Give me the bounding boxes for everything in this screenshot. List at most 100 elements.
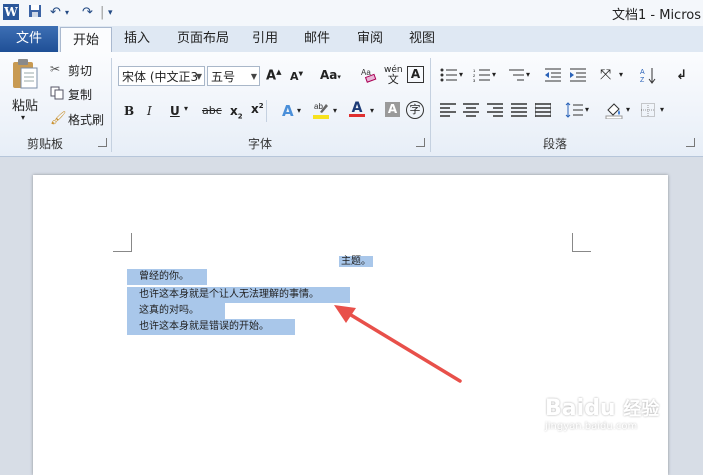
- redo-icon[interactable]: ↷: [82, 4, 93, 22]
- underline-dropdown-icon[interactable]: ▾: [184, 104, 188, 113]
- change-case-button[interactable]: Aa▾: [320, 68, 341, 82]
- copy-icon[interactable]: [50, 86, 64, 103]
- shading-icon[interactable]: [605, 101, 623, 122]
- line-text: 也许这本身就是错误的开始。: [139, 321, 269, 332]
- phonetic-guide-icon[interactable]: wén 文: [384, 66, 403, 86]
- font-launcher-icon[interactable]: [416, 138, 425, 147]
- underline-button[interactable]: U: [170, 104, 180, 118]
- enclose-characters-icon[interactable]: 字: [406, 101, 424, 119]
- align-center-icon[interactable]: [463, 103, 479, 120]
- text-line[interactable]: 这真的对吗。: [127, 303, 225, 319]
- highlight-icon[interactable]: ab: [312, 100, 330, 123]
- italic-button[interactable]: I: [147, 104, 152, 118]
- format-painter-icon[interactable]: 🖌: [50, 111, 67, 126]
- strikethrough-button[interactable]: abc: [202, 104, 222, 117]
- line-text: 这真的对吗。: [139, 305, 199, 316]
- paste-icon[interactable]: [10, 58, 40, 93]
- toolbar-divider: [266, 100, 267, 122]
- clipboard-launcher-icon[interactable]: [98, 138, 107, 147]
- numbering-dropdown-icon[interactable]: ▾: [492, 70, 496, 79]
- font-color-icon[interactable]: A: [349, 100, 365, 117]
- group-divider: [111, 58, 112, 152]
- tab-page-layout[interactable]: 页面布局: [177, 26, 229, 52]
- text-effects-icon[interactable]: A: [282, 102, 294, 120]
- borders-dropdown-icon[interactable]: ▾: [660, 105, 664, 114]
- subscript-button[interactable]: x2: [230, 104, 243, 120]
- superscript-button[interactable]: x2: [251, 102, 264, 116]
- chevron-down-icon: ▼: [195, 72, 202, 81]
- save-icon[interactable]: [28, 4, 42, 22]
- font-group-label: 字体: [248, 137, 273, 151]
- chinese-layout-dropdown-icon[interactable]: ▾: [619, 70, 623, 79]
- copy-button[interactable]: 复制: [68, 86, 92, 103]
- tab-insert[interactable]: 插入: [124, 26, 150, 52]
- window-title: 文档1 - Micros: [612, 8, 701, 23]
- tab-review[interactable]: 审阅: [357, 26, 383, 52]
- baidu-watermark: Baidu 经验 jingyan.baidu.com: [545, 395, 675, 455]
- align-left-icon[interactable]: [440, 103, 456, 120]
- tab-home[interactable]: 开始: [60, 27, 112, 54]
- borders-icon[interactable]: [641, 103, 655, 120]
- svg-text:A: A: [640, 69, 645, 76]
- shading-dropdown-icon[interactable]: ▾: [626, 105, 630, 114]
- align-right-icon[interactable]: [487, 103, 503, 120]
- font-color-dropdown-icon[interactable]: ▾: [370, 106, 374, 115]
- character-shading-icon[interactable]: A: [385, 102, 400, 117]
- svg-text:Z: Z: [640, 77, 645, 84]
- scissors-icon[interactable]: ✂: [50, 62, 60, 76]
- watermark-brand: Baidu: [545, 396, 616, 421]
- text-line[interactable]: 主题。: [339, 254, 373, 270]
- grow-font-icon[interactable]: A▲: [266, 68, 281, 83]
- margin-corner-top-left: [113, 233, 132, 252]
- tab-view[interactable]: 视图: [409, 26, 435, 52]
- line-spacing-dropdown-icon[interactable]: ▾: [585, 105, 589, 114]
- shrink-font-icon[interactable]: A▼: [290, 70, 303, 83]
- line-text: 也许这本身就是个让人无法理解的事情。: [139, 289, 319, 300]
- paste-dropdown-icon[interactable]: ▾: [21, 113, 25, 122]
- font-size-value: 五号: [211, 70, 236, 84]
- undo-dropdown-icon[interactable]: ▾: [65, 4, 69, 22]
- bullets-dropdown-icon[interactable]: ▾: [459, 70, 463, 79]
- sort-icon[interactable]: AZ: [640, 66, 658, 87]
- font-name-combo[interactable]: 宋体 (中文正3 ▼: [118, 66, 205, 86]
- multilevel-list-icon[interactable]: [507, 68, 525, 85]
- character-border-icon[interactable]: A: [407, 66, 424, 83]
- text-line[interactable]: 也许这本身就是错误的开始。: [127, 319, 295, 335]
- toolbar-divider: |: [100, 5, 105, 20]
- line-spacing-icon[interactable]: [565, 102, 583, 121]
- svg-text:3: 3: [473, 78, 476, 82]
- justify-icon[interactable]: [511, 103, 527, 120]
- undo-icon[interactable]: ↶: [50, 4, 61, 22]
- change-case-label: Aa: [320, 68, 338, 82]
- cut-button[interactable]: 剪切: [68, 62, 92, 79]
- decrease-indent-icon[interactable]: [545, 68, 561, 85]
- paragraph-launcher-icon[interactable]: [686, 138, 695, 147]
- title-bar: [0, 0, 703, 26]
- distributed-icon[interactable]: [534, 103, 552, 120]
- numbering-icon[interactable]: 123: [473, 68, 491, 85]
- tab-file[interactable]: 文件: [0, 26, 58, 52]
- watermark-url: jingyan.baidu.com: [545, 421, 638, 432]
- increase-indent-icon[interactable]: [570, 68, 586, 85]
- text-effects-dropdown-icon[interactable]: ▾: [297, 106, 301, 115]
- show-paragraph-marks-icon[interactable]: ↲: [676, 68, 687, 83]
- highlight-dropdown-icon[interactable]: ▾: [333, 106, 337, 115]
- text-line[interactable]: 曾经的你。: [127, 269, 207, 285]
- tab-mailings[interactable]: 邮件: [304, 26, 330, 52]
- font-size-combo[interactable]: 五号 ▼: [207, 66, 260, 86]
- bold-button[interactable]: B: [124, 104, 134, 118]
- format-painter-button[interactable]: 格式刷: [68, 111, 104, 128]
- font-name-value: 宋体 (中文正3: [122, 70, 199, 84]
- multilevel-list-dropdown-icon[interactable]: ▾: [526, 70, 530, 79]
- word-app-icon[interactable]: W: [3, 4, 19, 20]
- margin-corner-top-right: [572, 233, 591, 252]
- line-text: 曾经的你。: [139, 271, 189, 282]
- text-line[interactable]: 也许这本身就是个让人无法理解的事情。: [127, 287, 350, 303]
- clear-formatting-icon[interactable]: Aa: [360, 66, 378, 87]
- chinese-layout-icon[interactable]: ⤧: [600, 67, 611, 83]
- paste-button[interactable]: 粘贴: [12, 95, 38, 114]
- tab-references[interactable]: 引用: [252, 26, 278, 52]
- clipboard-group-label: 剪贴板: [27, 137, 64, 151]
- bullets-icon[interactable]: [440, 68, 458, 85]
- customize-toolbar-icon[interactable]: ▾: [108, 4, 113, 22]
